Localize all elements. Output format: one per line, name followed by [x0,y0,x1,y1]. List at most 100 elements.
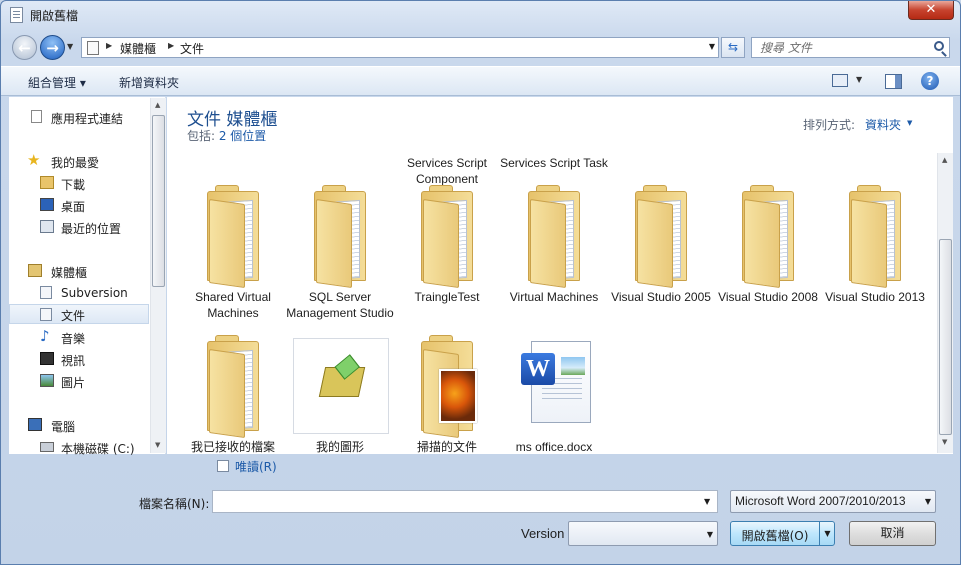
nav-item-desktop[interactable]: 桌面 [9,195,149,215]
folder-icon [742,185,800,289]
file-item[interactable]: Shared Virtual Machines [181,159,285,320]
arrow-left-icon: ← [18,39,31,57]
breadcrumb-library[interactable]: 媒體櫃 [120,40,156,57]
chevron-down-icon: ▼ [706,530,713,539]
file-item[interactable]: 我已接收的檔案 [181,309,285,454]
video-icon [40,352,54,365]
preview-pane-icon[interactable] [885,74,902,89]
open-file-dialog: 開啟舊檔 ✕ ← → ▼ ▶ 媒體櫃 ▶ 文件 ▼ ⇆ 組合管理 ▾ 新增資料夾… [0,0,961,565]
address-bar[interactable]: ▶ 媒體櫃 ▶ 文件 ▼ [81,37,719,58]
version-label: Version [521,526,565,541]
file-list-scrollbar[interactable]: ▲ ▼ [937,153,953,453]
folder-icon [849,185,907,289]
command-bar: 組合管理 ▾ 新增資料夾 ▼ ? [1,66,960,96]
help-icon[interactable]: ? [921,72,939,90]
folder-photo-icon [421,335,479,439]
file-name-label: 檔案名稱(N): [139,497,210,511]
version-select[interactable]: ▼ [568,521,718,546]
nav-item-local-disk[interactable]: 本機磁碟 (C:) [9,437,149,457]
refresh-icon: ⇆ [727,40,739,54]
nav-scroll-thumb[interactable] [152,115,165,287]
new-folder-button[interactable]: 新增資料夾 [119,74,179,91]
breadcrumb-documents[interactable]: 文件 [180,40,204,57]
nav-item-pictures[interactable]: 圖片 [9,371,149,391]
file-item[interactable]: Visual Studio 2005 [609,159,713,309]
file-grid: Shared Virtual Machines SQL Server Manag… [167,153,937,454]
arrange-by-dropdown[interactable]: 資料夾 [865,116,901,133]
dialog-document-icon [10,7,23,23]
folder-icon [421,185,479,289]
image-thumbnail[interactable] [293,338,389,434]
back-button[interactable]: ← [12,35,37,60]
star-icon: ★ [27,151,41,169]
nav-item-documents[interactable]: 文件 [9,304,149,324]
word-document-icon[interactable]: W [521,341,593,425]
document-folder-icon [87,41,99,55]
chevron-down-icon[interactable]: ▼ [704,497,710,506]
file-item[interactable]: Visual Studio 2013 [823,159,927,309]
breadcrumb-arrow-icon[interactable]: ▶ [168,41,174,50]
change-view-icon[interactable] [832,74,848,87]
file-name-input[interactable] [212,490,718,513]
chevron-down-icon[interactable]: ▼ [709,42,715,51]
file-item[interactable]: SQL Server Management Studio [286,159,394,325]
open-button[interactable]: 開啟舊檔(O) ▼ [730,521,835,546]
nav-item-favorites[interactable]: ★ 我的最愛 [9,151,149,171]
read-only-checkbox[interactable] [217,460,229,472]
scroll-down-arrow[interactable]: ▼ [155,441,160,449]
file-item[interactable]: Services Script Component TraingleTest [395,156,499,309]
file-list-scroll-thumb[interactable] [939,239,952,435]
nav-item-libraries[interactable]: 媒體櫃 [9,261,149,281]
window-title: 開啟舊檔 [30,9,79,23]
open-options-dropdown[interactable]: ▼ [819,522,835,545]
desktop-icon [40,198,54,211]
file-item[interactable]: Visual Studio 2008 [716,159,820,309]
nav-item-subversion[interactable]: Subversion [9,283,149,303]
chevron-down-icon: ▼ [924,497,931,506]
search-icon[interactable] [934,41,944,51]
forward-button[interactable]: → [40,35,65,60]
file-item-label-above: Services Script Task [500,156,608,170]
computer-icon [28,418,42,431]
file-type-value: Microsoft Word 2007/2010/2013 [735,494,906,508]
file-type-select[interactable]: Microsoft Word 2007/2010/2013 ▼ [730,490,936,513]
scroll-down-arrow[interactable]: ▼ [942,438,947,446]
close-button[interactable]: ✕ [908,1,954,20]
download-icon [40,176,54,189]
breadcrumb-arrow-icon[interactable]: ▶ [106,41,112,50]
document-icon [40,286,52,299]
nav-item-music[interactable]: ♪ 音樂 [9,327,149,347]
library-icon [28,264,42,277]
folder-icon [635,185,693,289]
scroll-up-arrow[interactable]: ▲ [155,101,160,109]
link-icon [31,110,42,123]
open-button-label: 開啟舊檔(O) [741,529,809,543]
recent-pages-dropdown[interactable]: ▼ [67,42,73,51]
file-item[interactable]: Services Script Task Virtual Machines [500,156,608,309]
read-only-label[interactable]: 唯讀(R) [235,458,277,475]
folder-icon [528,185,586,289]
chevron-down-icon[interactable]: ▼ [907,119,912,127]
drive-icon [40,442,54,452]
refresh-button[interactable]: ⇆ [721,37,745,58]
nav-item-downloads[interactable]: 下載 [9,173,149,193]
library-locations-link[interactable]: 2 個位置 [219,129,266,143]
folder-icon [207,185,265,289]
folder-icon [314,185,372,289]
nav-item-computer[interactable]: 電腦 [9,415,149,435]
arrange-by-label: 排列方式: [803,118,856,132]
cancel-button[interactable]: 取消 [849,521,936,546]
nav-scrollbar[interactable]: ▲ ▼ [150,98,166,453]
folder-icon [207,335,265,439]
nav-item-recent-places[interactable]: 最近的位置 [9,217,149,237]
nav-item-videos[interactable]: 視訊 [9,349,149,369]
arrow-right-icon: → [46,39,59,57]
document-icon [40,308,52,321]
organize-button[interactable]: 組合管理 ▾ [28,74,86,91]
view-dropdown[interactable]: ▼ [856,75,862,84]
nav-item-app-links[interactable]: 應用程式連結 [9,107,149,127]
search-box[interactable] [751,37,950,58]
scroll-up-arrow[interactable]: ▲ [942,156,947,164]
search-input[interactable] [752,38,927,57]
file-item[interactable]: 掃描的文件 [395,309,499,454]
